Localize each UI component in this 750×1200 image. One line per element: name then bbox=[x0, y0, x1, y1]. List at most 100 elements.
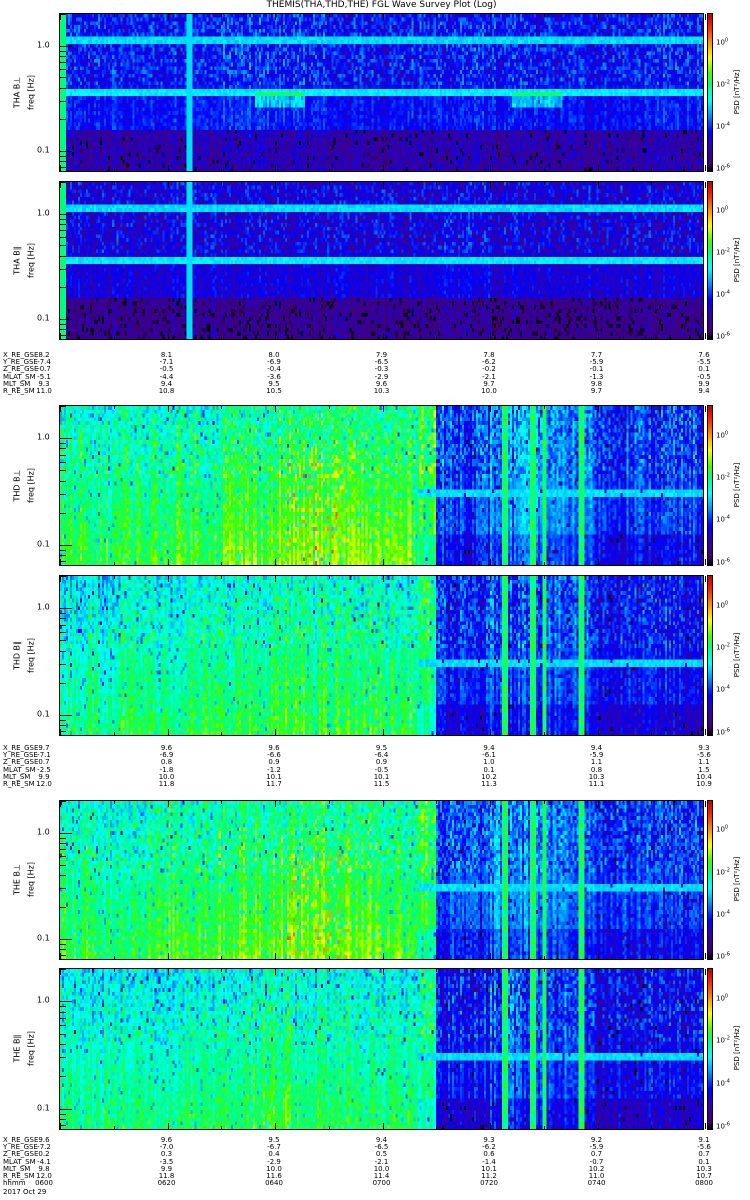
x-tick bbox=[275, 182, 276, 188]
y-tick bbox=[60, 849, 66, 851]
x-tick bbox=[382, 969, 384, 975]
y-tick bbox=[60, 161, 66, 163]
x-tick bbox=[328, 576, 330, 579]
x-tick bbox=[167, 801, 169, 807]
x-tick bbox=[705, 559, 706, 565]
x-tick bbox=[167, 1123, 169, 1129]
x-tick bbox=[60, 14, 61, 20]
x-tick bbox=[705, 576, 706, 582]
x-tick bbox=[60, 801, 61, 807]
ephemeris-value: 11.0 bbox=[36, 387, 52, 395]
ephemeris-value: 10.8 bbox=[158, 387, 175, 395]
colorbar bbox=[707, 405, 713, 566]
x-tick bbox=[275, 165, 276, 171]
colorbar-tick-label: 10-6 bbox=[716, 727, 730, 736]
ephemeris-value: 0600 bbox=[35, 1179, 53, 1188]
y-tick bbox=[60, 650, 66, 652]
x-tick bbox=[328, 562, 330, 565]
x-tick bbox=[328, 168, 330, 171]
spectrogram-panel-tha-bpar bbox=[59, 181, 706, 340]
colorbar-label: PSD [nT²/Hz] bbox=[733, 1025, 741, 1071]
x-tick bbox=[221, 576, 223, 579]
x-tick bbox=[543, 336, 545, 339]
freq-axis-label: freq [Hz] bbox=[26, 242, 36, 278]
colorbar-tick-label: 10-6 bbox=[716, 951, 730, 960]
tick-base: 10 bbox=[716, 952, 725, 961]
y-tick bbox=[60, 938, 72, 940]
date-label: 2017 Oct 29 bbox=[3, 1188, 47, 1196]
y-tick bbox=[60, 448, 66, 450]
tick-exponent: 0 bbox=[724, 205, 729, 212]
x-tick bbox=[275, 559, 276, 565]
y-tick bbox=[60, 613, 66, 614]
x-tick bbox=[651, 576, 653, 579]
ephemeris-value: 10.3 bbox=[373, 387, 390, 395]
tick-exponent: -2 bbox=[724, 79, 730, 86]
ephemeris-value: 11.1 bbox=[588, 780, 605, 788]
ephemeris-value: 9.7 bbox=[590, 387, 603, 395]
y-tick bbox=[60, 480, 66, 482]
x-tick bbox=[597, 969, 599, 975]
x-tick bbox=[651, 1126, 653, 1129]
ephemeris-value: 10.0 bbox=[481, 387, 497, 395]
y-tick bbox=[60, 319, 72, 321]
spectrogram-panel-the-bpar bbox=[59, 968, 706, 1130]
x-tick bbox=[705, 165, 706, 171]
tick-base: 10 bbox=[716, 826, 725, 835]
ephemeris-value: 0640 bbox=[265, 1179, 283, 1188]
tick-exponent: -2 bbox=[724, 1035, 730, 1042]
x-tick bbox=[60, 559, 61, 565]
x-tick bbox=[543, 801, 545, 804]
colorbar-tick-label: 10-6 bbox=[716, 557, 730, 566]
spectrogram-panel-tha-bperp bbox=[59, 13, 706, 172]
ephemeris-value: 0700 bbox=[372, 1179, 391, 1188]
x-tick bbox=[597, 333, 599, 339]
spectrogram-image bbox=[60, 576, 703, 735]
tick-base: 10 bbox=[716, 601, 725, 610]
tick-base: 10 bbox=[716, 1079, 725, 1088]
x-tick bbox=[113, 336, 115, 339]
panel-label: THA B⊥ bbox=[12, 76, 22, 108]
x-tick bbox=[221, 168, 223, 171]
x-tick bbox=[328, 14, 330, 17]
tick-exponent: -6 bbox=[724, 1121, 730, 1128]
colorbar bbox=[707, 181, 713, 340]
colorbar-tick-label: 100 bbox=[716, 38, 728, 47]
x-tick bbox=[597, 182, 599, 188]
y-tick bbox=[60, 213, 72, 215]
y-tick bbox=[60, 555, 66, 557]
y-tick bbox=[60, 151, 72, 153]
x-tick bbox=[328, 956, 330, 959]
y-tick bbox=[60, 443, 66, 444]
y-tick bbox=[60, 1119, 66, 1121]
tick-base: 10 bbox=[716, 558, 725, 567]
y-tick bbox=[60, 329, 66, 331]
x-tick bbox=[221, 732, 223, 735]
y-tick bbox=[60, 223, 66, 225]
y-tick bbox=[60, 512, 66, 514]
x-tick bbox=[705, 729, 706, 735]
x-tick bbox=[382, 801, 384, 807]
tick-exponent: 0 bbox=[724, 599, 729, 606]
colorbar-tick-label: 10-4 bbox=[716, 1078, 730, 1087]
y-tick bbox=[60, 1001, 72, 1003]
spectrogram-image bbox=[60, 801, 703, 959]
x-tick bbox=[705, 969, 706, 975]
y-tick bbox=[60, 230, 66, 232]
colorbar-tick-label: 10-2 bbox=[716, 472, 730, 481]
tick-exponent: -6 bbox=[724, 331, 730, 338]
x-tick bbox=[167, 969, 169, 975]
tick-base: 10 bbox=[716, 686, 725, 695]
x-tick bbox=[490, 953, 491, 959]
x-tick bbox=[221, 562, 223, 565]
ephemeris-value: 11.5 bbox=[373, 780, 390, 788]
spectrogram-image bbox=[60, 182, 703, 339]
colorbar bbox=[707, 968, 713, 1130]
tick-exponent: -2 bbox=[724, 642, 730, 649]
colorbar bbox=[707, 800, 713, 960]
x-tick bbox=[275, 801, 276, 807]
x-tick bbox=[436, 1126, 438, 1129]
y-tick bbox=[60, 719, 66, 721]
y-tick bbox=[60, 1113, 66, 1115]
x-tick bbox=[328, 182, 330, 185]
